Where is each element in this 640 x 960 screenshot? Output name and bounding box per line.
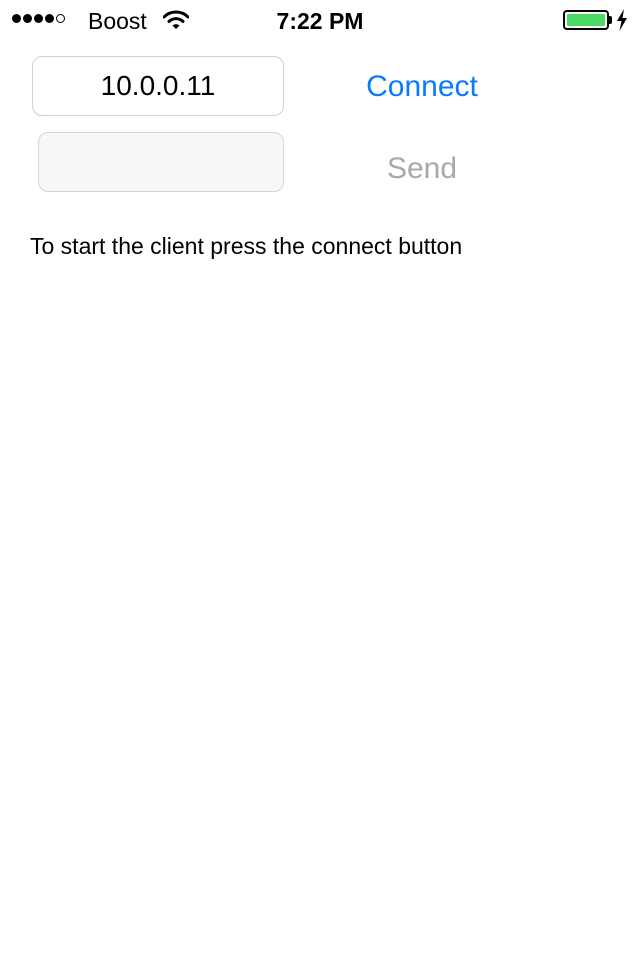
instructions-text: To start the client press the connect bu… [30,233,463,259]
battery-terminal [609,16,612,24]
status-time: 7:22 PM [276,8,364,34]
connect-button[interactable]: Connect [322,57,522,117]
status-bar: Boost 7:22 PM [0,0,640,40]
bolt-icon [616,9,628,36]
battery-level-fill [567,14,605,26]
send-button[interactable]: Send [322,139,522,199]
battery-icon [563,10,609,30]
host-address-field[interactable] [32,56,284,116]
message-input[interactable] [38,132,284,192]
